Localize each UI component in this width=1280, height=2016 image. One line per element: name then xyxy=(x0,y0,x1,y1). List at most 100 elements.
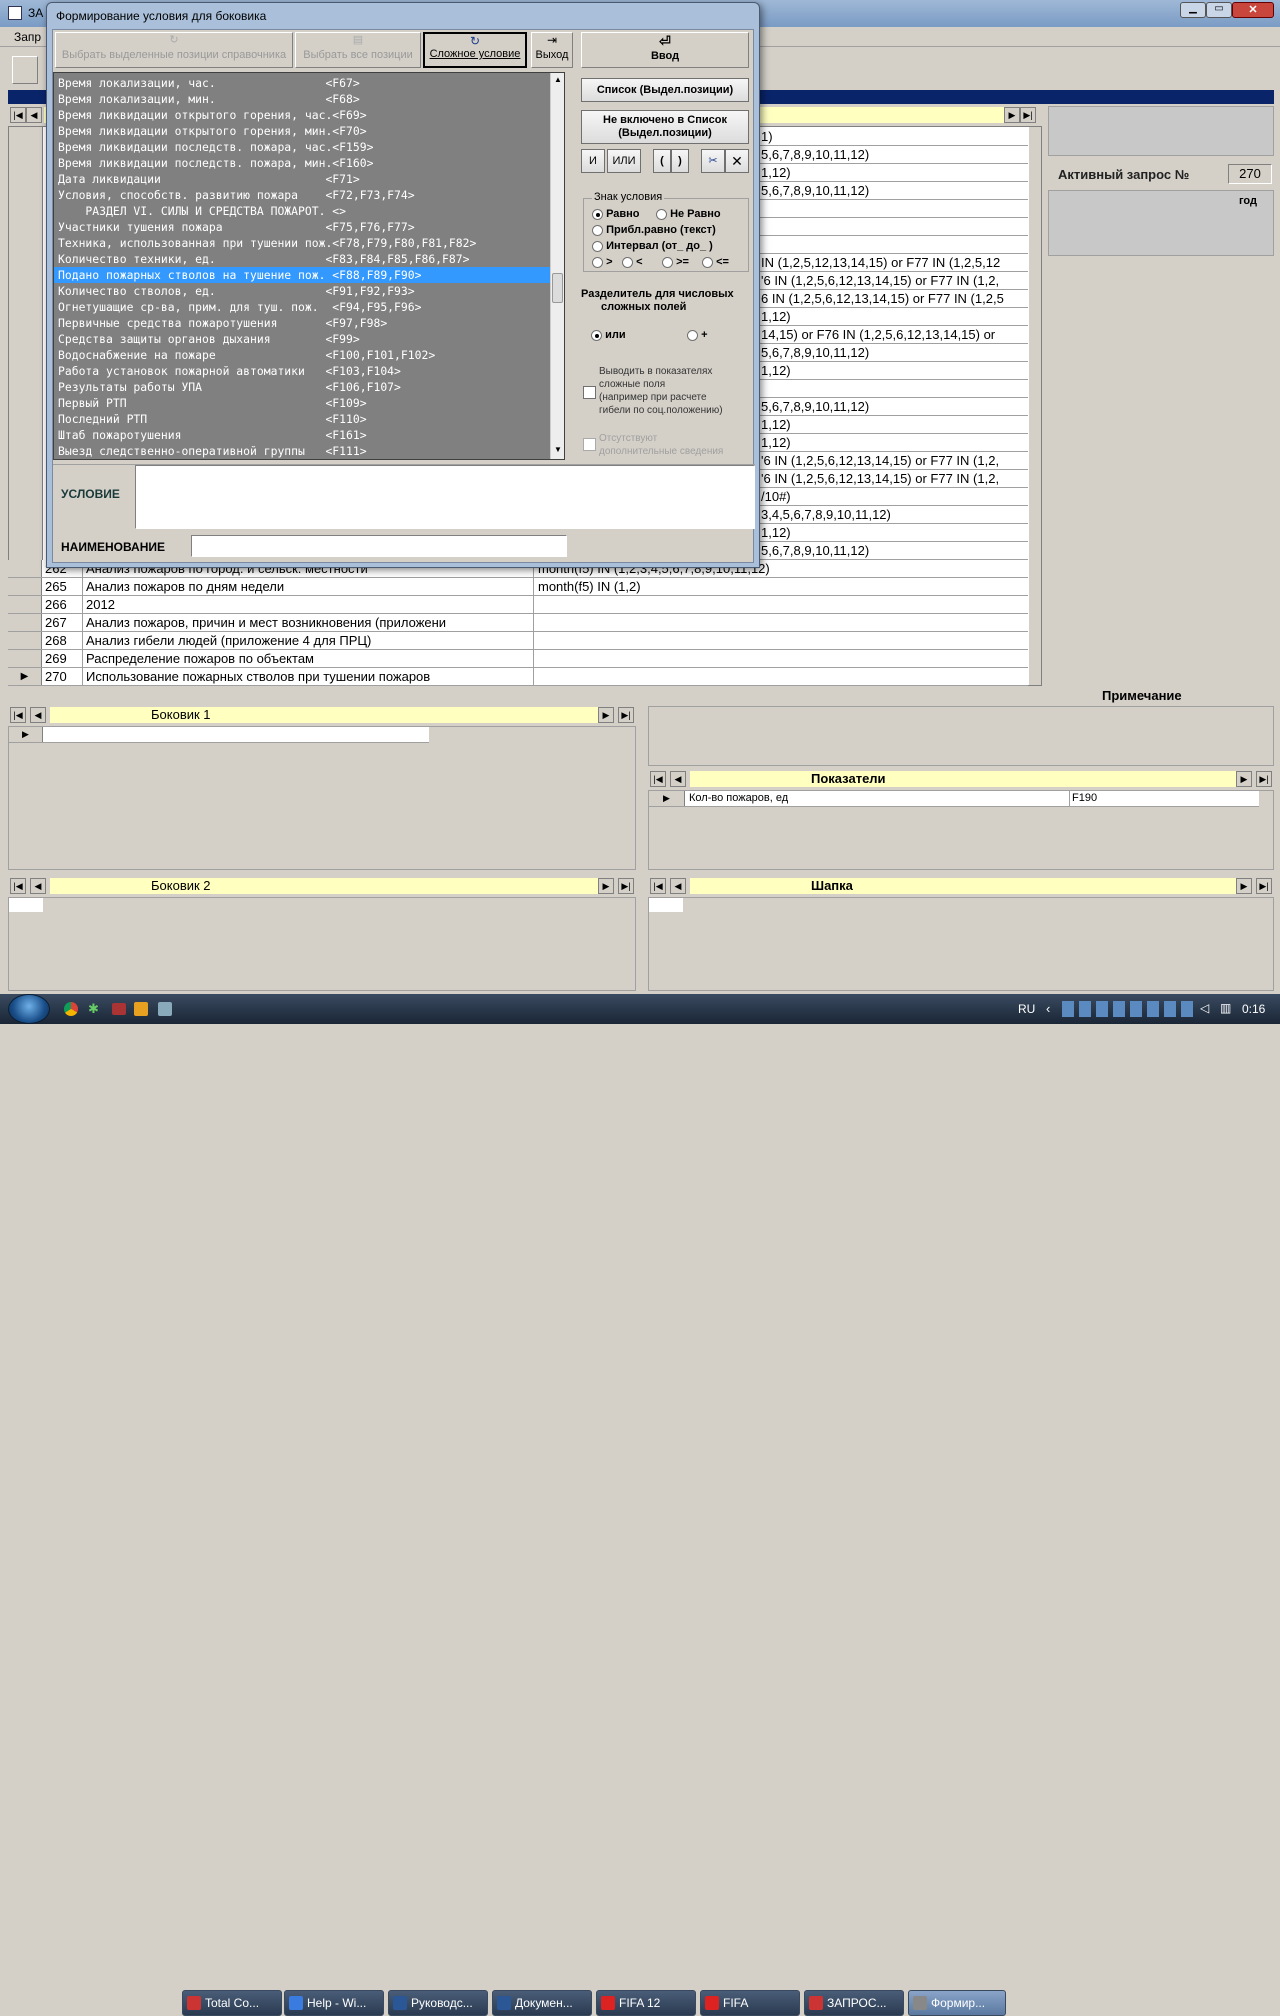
list-item[interactable]: Огнетушащие ср-ва, прим. для туш. пож. <… xyxy=(54,299,550,315)
prev-record-icon[interactable]: ◀ xyxy=(670,878,686,894)
cell-condition-partial[interactable]: IN (1,2,5,12,13,14,15) or F77 IN (1,2,5,… xyxy=(760,254,1028,272)
cell-condition-partial[interactable]: 5,6,7,8,9,10,11,12) xyxy=(760,146,1028,164)
radio-neq-dot[interactable] xyxy=(656,208,667,220)
list-item[interactable]: Время локализации, мин. <F68> xyxy=(54,91,550,107)
next-record-icon[interactable]: ▶ xyxy=(598,878,614,894)
tray-expand-icon[interactable]: ‹ xyxy=(1046,1001,1050,1016)
radio-gt[interactable]: > xyxy=(592,256,613,268)
not-in-list-button[interactable]: Не включено в Список (Выдел.позиции) xyxy=(581,110,749,144)
maximize-button[interactable]: ▭ xyxy=(1206,2,1232,18)
taskbar-item[interactable]: Докумен... xyxy=(492,1990,592,2016)
first-record-icon[interactable]: |◀ xyxy=(650,878,666,894)
and-button[interactable]: И xyxy=(581,149,605,173)
or-button[interactable]: ИЛИ xyxy=(607,149,641,173)
quicklaunch-icon-2[interactable] xyxy=(112,1003,126,1015)
radio-neq[interactable]: Не Равно xyxy=(656,208,721,220)
list-item[interactable]: Время локализации, час. <F67> xyxy=(54,75,550,91)
lparen-button[interactable]: ( xyxy=(653,149,671,173)
table-row[interactable]: 267 Анализ пожаров, причин и мест возникн… xyxy=(8,614,1028,632)
list-scrollbar[interactable]: ▲ ▼ xyxy=(550,73,564,459)
prev-record-icon[interactable]: ◀ xyxy=(26,107,42,123)
radio-gt-dot[interactable] xyxy=(592,256,603,268)
radio-eq[interactable]: Равно xyxy=(592,208,640,220)
radio-sep-plus-dot[interactable] xyxy=(687,329,698,341)
cell-condition-partial[interactable]: 1,12) xyxy=(760,308,1028,326)
minimize-button[interactable]: ▁ xyxy=(1180,2,1206,18)
list-item[interactable]: Время ликвидации открытого горения, мин.… xyxy=(54,123,550,139)
complex-condition-button[interactable]: ↻ Сложное условие xyxy=(423,32,527,68)
first-record-icon[interactable]: |◀ xyxy=(10,107,26,123)
list-item[interactable]: Участники тушения пожара <F75,F76,F77> xyxy=(54,219,550,235)
radio-le[interactable]: <= xyxy=(702,256,729,268)
taskbar-item[interactable]: FIFA 12 xyxy=(596,1990,696,2016)
last-record-icon[interactable]: ▶| xyxy=(1256,878,1272,894)
cell-condition-partial[interactable]: 1,12) xyxy=(760,416,1028,434)
list-item[interactable]: Последний РТП <F110> xyxy=(54,411,550,427)
radio-sep-or-dot[interactable] xyxy=(591,329,602,341)
toolbar-button[interactable] xyxy=(12,56,38,84)
volume-icon[interactable]: ◁ xyxy=(1200,1001,1214,1015)
radio-ge[interactable]: >= xyxy=(662,256,689,268)
list-item[interactable]: Первый РТП <F109> xyxy=(54,395,550,411)
first-record-icon[interactable]: |◀ xyxy=(10,878,26,894)
last-record-icon[interactable]: ▶| xyxy=(618,878,634,894)
next-record-icon[interactable]: ▶ xyxy=(1236,878,1252,894)
list-item[interactable]: Первичные средства пожаротушения <F97,F9… xyxy=(54,315,550,331)
radio-approx[interactable]: Прибл.равно (текст) xyxy=(592,224,716,236)
radio-interval-dot[interactable] xyxy=(592,240,603,252)
cell-condition-partial[interactable]: '6 IN (1,2,5,6,12,13,14,15) or F77 IN (1… xyxy=(760,470,1028,488)
chrome-icon[interactable] xyxy=(64,1002,78,1016)
cell-condition-partial[interactable]: 3,4,5,6,7,8,9,10,11,12) xyxy=(760,506,1028,524)
fields-list[interactable]: Время локализации, час. <F67> Время локал… xyxy=(53,72,565,460)
menu-item-zapros[interactable]: Запр xyxy=(14,30,41,44)
prev-record-icon[interactable]: ◀ xyxy=(30,707,46,723)
close-button[interactable]: ✕ xyxy=(1232,2,1274,18)
cell-condition-partial[interactable]: 1,12) xyxy=(760,362,1028,380)
cell-condition-partial[interactable]: 5,6,7,8,9,10,11,12) xyxy=(760,344,1028,362)
list-item[interactable]: Средства защиты органов дыхания <F99> xyxy=(54,331,550,347)
cell-condition-partial[interactable]: 1) xyxy=(760,128,1028,146)
next-record-icon[interactable]: ▶ xyxy=(1236,771,1252,787)
cell-condition-partial[interactable]: 5,6,7,8,9,10,11,12) xyxy=(760,542,1028,560)
bokovik1-row[interactable]: ▶ xyxy=(9,727,429,743)
clock[interactable]: 0:16 xyxy=(1242,1002,1265,1016)
last-record-icon[interactable]: ▶| xyxy=(618,707,634,723)
list-item[interactable]: Подано пожарных стволов на тушение пож. … xyxy=(54,267,550,283)
radio-interval[interactable]: Интервал (от_ до_ ) xyxy=(592,240,713,252)
table-row[interactable]: 265 Анализ пожаров по дням недели month(f5… xyxy=(8,578,1028,596)
taskbar-item[interactable]: ЗАПРОС... xyxy=(804,1990,904,2016)
condition-input[interactable] xyxy=(135,465,755,529)
cell-condition-partial[interactable]: 1,12) xyxy=(760,524,1028,542)
cell-condition-partial[interactable] xyxy=(760,380,1028,398)
taskbar-item[interactable]: Формир... xyxy=(908,1990,1006,2016)
last-record-icon[interactable]: ▶| xyxy=(1020,107,1036,123)
list-item[interactable]: Водоснабжение на пожаре <F100,F101,F102> xyxy=(54,347,550,363)
cell-condition-partial[interactable]: 5,6,7,8,9,10,11,12) xyxy=(760,398,1028,416)
radio-lt[interactable]: < xyxy=(622,256,643,268)
list-item[interactable]: Дата ликвидации <F71> xyxy=(54,171,550,187)
taskbar-item[interactable]: Help - Wi... xyxy=(284,1990,384,2016)
quicklaunch-icon-1[interactable]: ✱ xyxy=(88,1002,102,1016)
output-complex-checkbox[interactable] xyxy=(583,386,596,399)
language-indicator[interactable]: RU xyxy=(1018,1002,1035,1016)
radio-ge-dot[interactable] xyxy=(662,256,673,268)
list-selected-button[interactable]: Список (Выдел.позиции) xyxy=(581,78,749,102)
taskbar-item[interactable]: FIFA xyxy=(700,1990,800,2016)
list-item[interactable]: Время ликвидации последств. пожара, час.… xyxy=(54,139,550,155)
extra-info-checkbox[interactable] xyxy=(583,438,596,451)
taskbar-item[interactable]: Total Co... xyxy=(182,1990,282,2016)
quicklaunch-icon-3[interactable] xyxy=(134,1002,148,1016)
last-record-icon[interactable]: ▶| xyxy=(1256,771,1272,787)
radio-sep-or[interactable]: или xyxy=(591,329,626,341)
list-item[interactable]: Количество стволов, ед. <F91,F92,F93> xyxy=(54,283,550,299)
rparen-button[interactable]: ) xyxy=(671,149,689,173)
prev-record-icon[interactable]: ◀ xyxy=(670,771,686,787)
name-input[interactable] xyxy=(191,535,567,557)
list-item[interactable]: Время ликвидации последств. пожара, мин.… xyxy=(54,155,550,171)
radio-eq-dot[interactable] xyxy=(592,208,603,220)
table-row[interactable]: 268 Анализ гибели людей (приложение 4 для… xyxy=(8,632,1028,650)
network-icon[interactable]: ▥ xyxy=(1220,1001,1234,1015)
quicklaunch-icon-4[interactable] xyxy=(158,1002,172,1016)
cell-condition-partial[interactable] xyxy=(760,200,1028,218)
bokovik2-cell[interactable] xyxy=(9,898,43,912)
